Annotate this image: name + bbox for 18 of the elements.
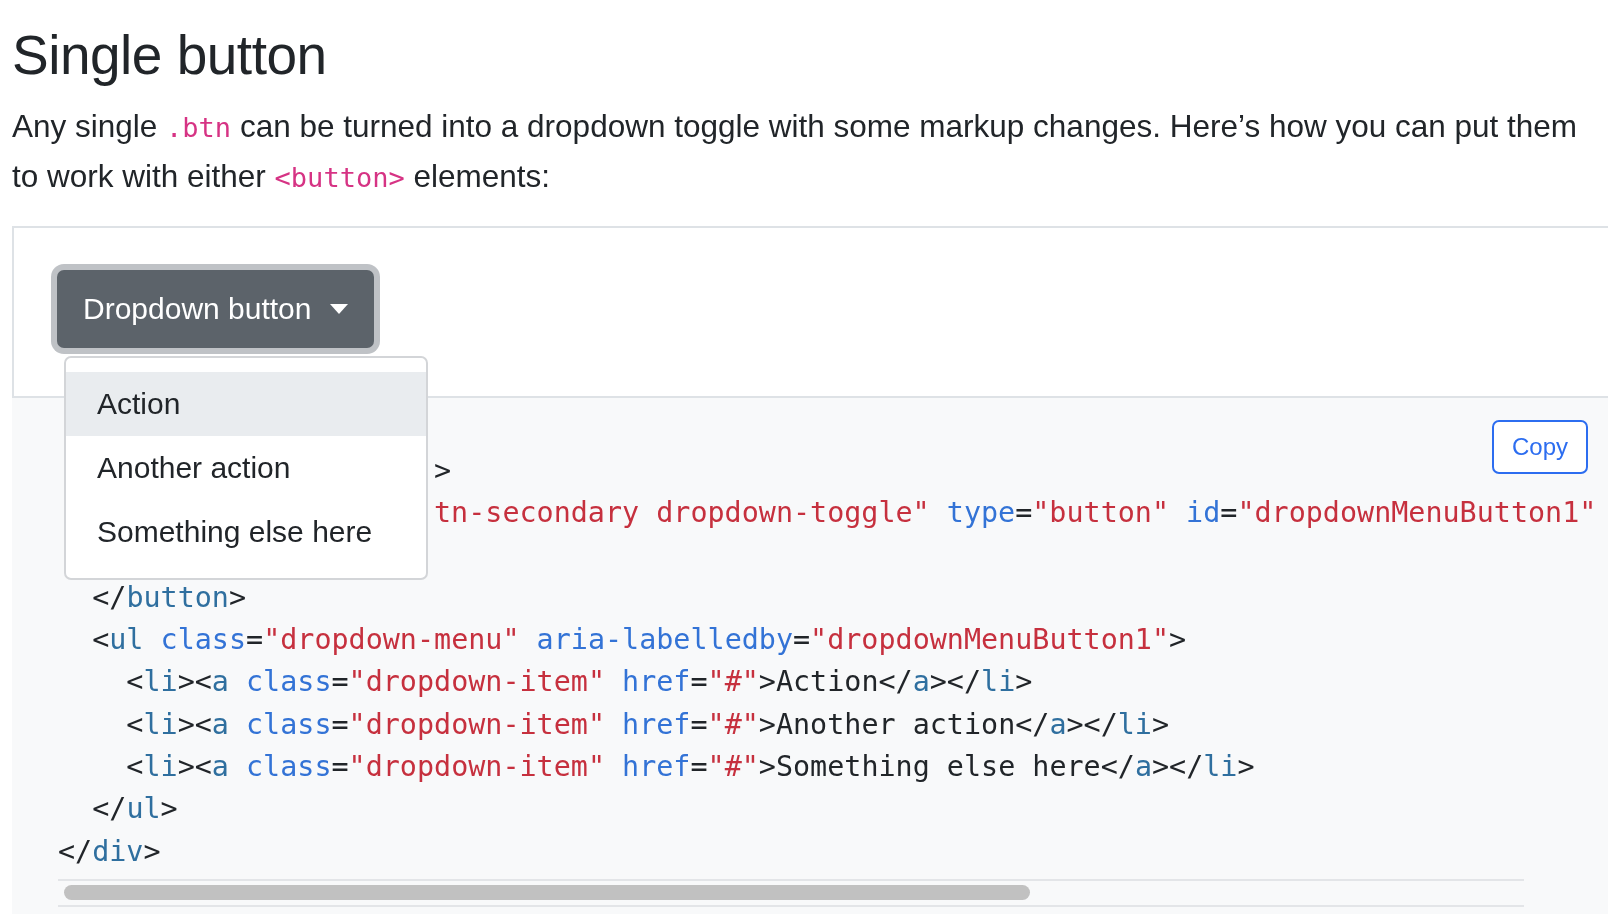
section-heading: Single button [12,23,328,88]
code-fragment: tn-secondary dropdown-toggle" type="button" id="dropdownMenuButton1" [434,496,1597,530]
caret-icon [329,304,348,314]
code-fragment: > [434,454,452,487]
code-line: </div> [58,833,161,870]
code-line: </button> [91,579,247,616]
code-line: </ul> [91,791,178,828]
menu-item[interactable]: Action [66,372,426,436]
menu-item[interactable]: Another action [66,436,426,500]
copy-button[interactable]: Copy [1492,420,1588,474]
menu-item[interactable]: Something else here [66,500,426,564]
scrollbar[interactable] [58,878,1524,907]
code-line: <li><a class="dropdown-item" href="#">Action</a></li> [125,664,1033,701]
intro-paragraph: Any single .btn can be turned into a dropdown toggle with some markup changes. Here’s how you can put them to work with either <button> elements: [12,107,1579,196]
code-line: <ul class="dropdown-menu" aria-labelledby="dropdownMenuButton1"> [91,622,1187,659]
code-line: <li><a class="dropdown-item" href="#">Something else here</a></li> [125,749,1255,786]
code-line: <li><a class="dropdown-item" href="#">Another action</a></li> [125,706,1170,743]
scrollbar-thumb[interactable] [64,885,1030,901]
